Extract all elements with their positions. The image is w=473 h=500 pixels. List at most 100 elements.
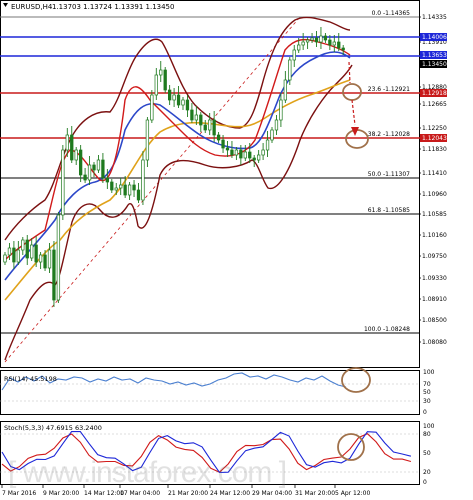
- stoch-scale-label: 50: [423, 450, 431, 457]
- candle-body: [203, 124, 207, 131]
- candle-body: [265, 139, 270, 151]
- time-axis-label: 29 Mar 04:00: [252, 490, 292, 497]
- time-axis-label: 17 Mar 04:00: [120, 490, 160, 497]
- time-axis-label: 5 Apr 12:00: [335, 490, 370, 497]
- candle-body: [119, 184, 123, 189]
- candle-body: [61, 149, 65, 216]
- candle-body: [30, 244, 34, 259]
- price-scale-label: 1.09750: [422, 253, 447, 260]
- candle-body: [234, 149, 239, 156]
- candle-body: [319, 35, 323, 43]
- fibo-label-50: 50.0 -1.11307: [368, 171, 410, 178]
- candle-body: [25, 239, 29, 259]
- candle-body: [252, 157, 256, 161]
- time-axis-label: 31 Mar 20:00: [295, 490, 335, 497]
- candle-body: [114, 187, 118, 191]
- price-scale-label: 1.12250: [422, 125, 447, 132]
- candle-body: [314, 37, 319, 43]
- rsi-scale: 100 7050 30 0: [423, 369, 435, 416]
- candle-body: [150, 94, 154, 121]
- time-axis-label: 7 Mar 2016: [2, 490, 36, 497]
- candle-body: [154, 74, 158, 96]
- candle-body: [38, 254, 43, 263]
- stoch-scale: 10080 50 20 0: [423, 423, 435, 486]
- candle-body: [199, 114, 203, 126]
- candle-body: [163, 69, 167, 91]
- candle-body: [248, 151, 252, 159]
- time-axis-label: 14 Mar 12:00: [84, 490, 124, 497]
- candle-body: [87, 164, 92, 181]
- time-axis[interactable]: 7 Mar 2016 9 Mar 20:00 14 Mar 12:0017 Mar …: [1, 485, 370, 497]
- rsi-scale-label: 50: [423, 389, 431, 396]
- candle-body: [288, 59, 292, 81]
- price-scale-label: 1.09330: [422, 275, 447, 282]
- stoch-scale-label: 80: [423, 431, 431, 438]
- candle-body: [96, 159, 101, 171]
- candle-body: [78, 149, 83, 176]
- fibo-label-0: 0.0 -1.14365: [372, 10, 411, 17]
- candle-body: [208, 119, 212, 131]
- fibo-label-100: 100.0 -1.08248: [364, 326, 410, 333]
- candle-body: [279, 99, 283, 121]
- price-tag-label: 1.14006: [422, 34, 447, 41]
- candle-body: [185, 99, 190, 111]
- price-tag-label: 1.12918: [422, 90, 447, 97]
- candle-body: [56, 214, 61, 301]
- ohlc-label: 1.13703 1.13724 1.13391 1.13450: [52, 3, 174, 11]
- candle-body: [92, 164, 96, 171]
- price-scale-label: 1.10960: [422, 191, 447, 198]
- fibo-label-618: 61.8 -1.10585: [368, 207, 410, 214]
- candle-body: [305, 39, 310, 43]
- candle-body: [123, 184, 127, 196]
- candle-body: [270, 129, 274, 141]
- candle-body: [332, 41, 336, 46]
- candle-body: [328, 39, 332, 46]
- candle-body: [132, 184, 136, 191]
- candle-body: [21, 239, 25, 251]
- price-tag-label: 1.13450: [422, 61, 447, 68]
- candle-body: [74, 149, 78, 161]
- candle-body: [221, 139, 225, 149]
- candle-body: [136, 189, 141, 201]
- fibo-label-382: 38.2 -1.12028: [368, 131, 410, 138]
- time-axis-label: 21 Mar 20:00: [168, 490, 208, 497]
- candle-body: [43, 254, 47, 269]
- candle-body: [141, 159, 145, 201]
- price-scale-label: 1.08910: [422, 296, 447, 303]
- rsi-scale-label: 70: [423, 381, 431, 388]
- stoch-scale-label: 0: [423, 479, 427, 486]
- price-chart[interactable]: EURUSD,H4 1.13703 1.13724 1.13391 1.1345…: [0, 0, 473, 500]
- candle-body: [65, 134, 69, 151]
- candle-body: [194, 114, 199, 121]
- time-axis-label: 24 Mar 12:00: [210, 490, 250, 497]
- price-scale-label: 1.10160: [422, 232, 447, 239]
- candle-body: [230, 149, 234, 156]
- candle-body: [310, 37, 314, 41]
- candle-body: [274, 119, 279, 131]
- candle-body: [297, 44, 301, 51]
- candle-body: [168, 89, 172, 101]
- price-tag-label: 1.12043: [422, 135, 447, 142]
- chart-header: EURUSD,H4 1.13703 1.13724 1.13391 1.1345…: [3, 3, 174, 11]
- rsi-scale-label: 0: [423, 409, 427, 416]
- price-scale-label: 1.11830: [422, 146, 447, 153]
- candle-body: [7, 247, 12, 256]
- candle-body: [105, 177, 110, 183]
- candle-body: [110, 181, 114, 191]
- candle-body: [225, 147, 230, 151]
- candle-body: [83, 174, 87, 181]
- candle-body: [3, 254, 7, 263]
- candle-body: [341, 47, 345, 51]
- candle-body: [301, 41, 305, 46]
- candle-body: [127, 184, 132, 196]
- candle-body: [172, 94, 176, 101]
- candle-body: [239, 149, 243, 159]
- stoch-scale-label: 20: [423, 469, 431, 476]
- price-scale-label: 1.10585: [422, 211, 447, 218]
- candle-body: [12, 247, 16, 263]
- price-scale-label: 1.08080: [422, 339, 447, 346]
- candle-body: [212, 119, 216, 136]
- candle-body: [70, 134, 74, 161]
- candle-body: [101, 159, 105, 179]
- stoch-scale-label: 100: [423, 423, 435, 430]
